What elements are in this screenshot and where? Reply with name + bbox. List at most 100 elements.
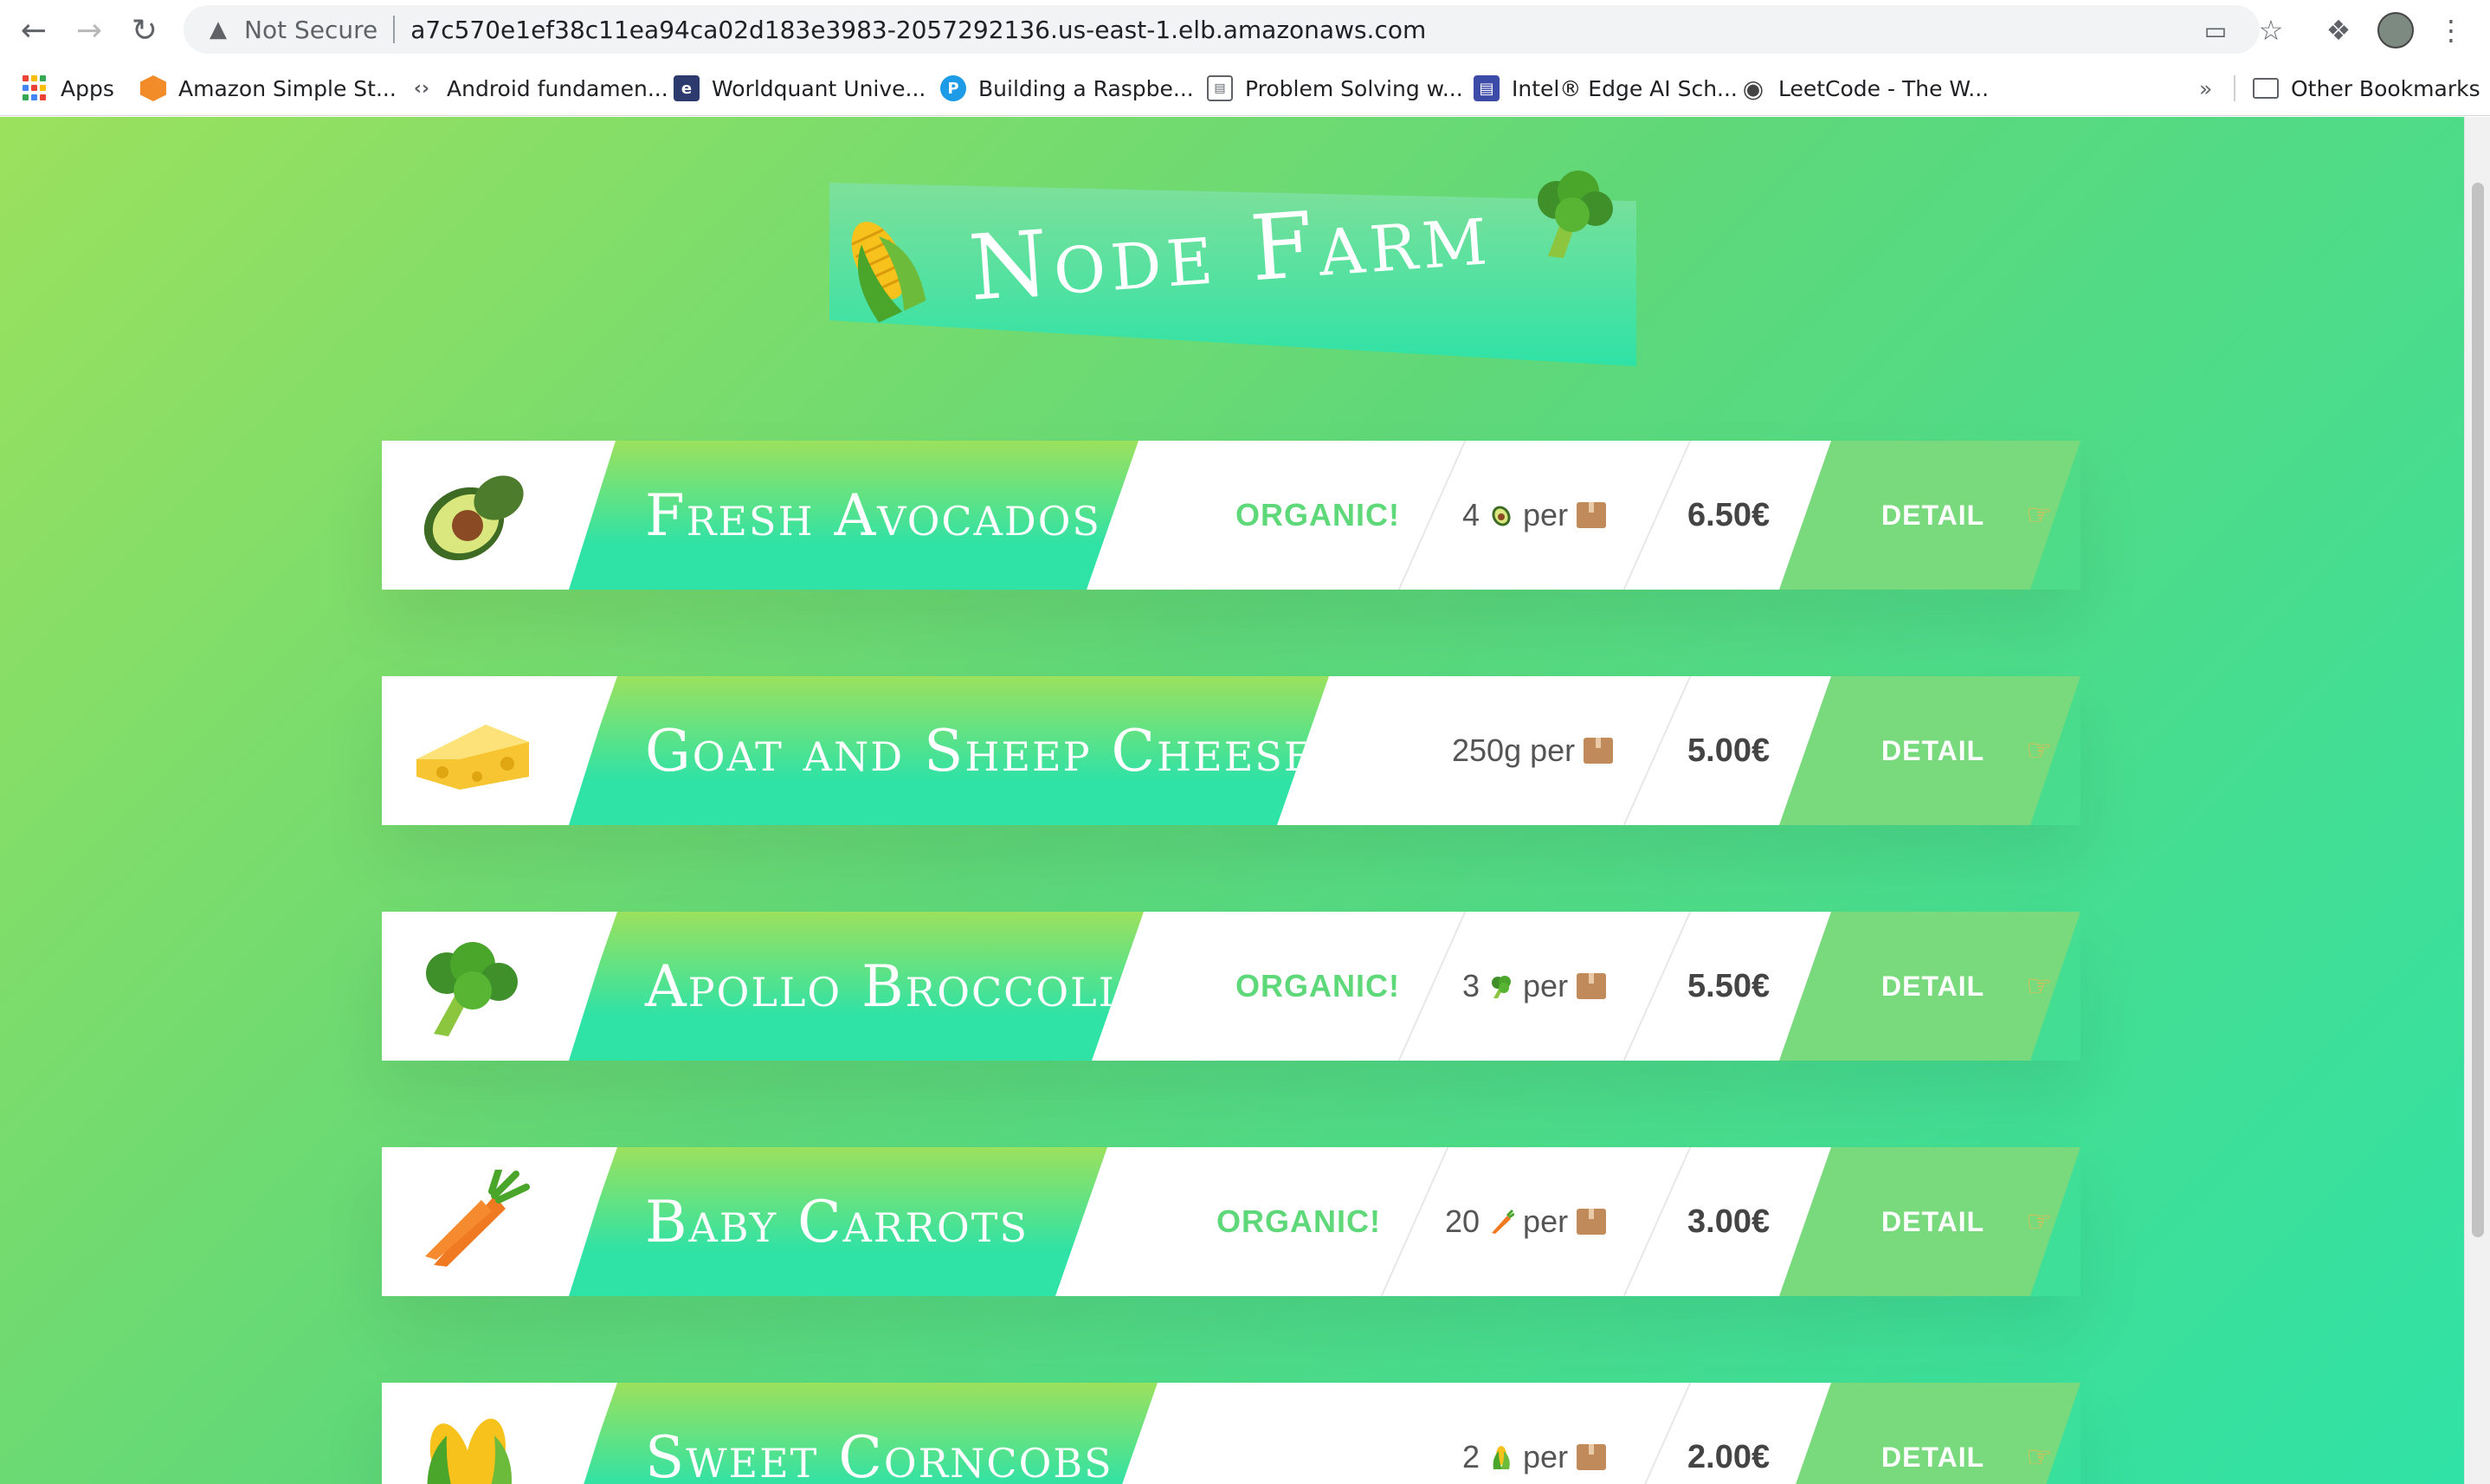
forward-icon[interactable]: →: [68, 9, 111, 52]
bookmark-label: Android fundamen...: [447, 75, 668, 101]
product-name-panel[interactable]: Goat and Sheep Cheese: [565, 676, 1329, 825]
browser-chrome: ← → ↻ ▲ Not Secure a7c570e1ef38c11ea94ca…: [0, 0, 2490, 116]
url-text[interactable]: a7c570e1ef38c11ea94ca02d183e3983-2057292…: [410, 16, 1426, 44]
broccoli-icon: [1487, 971, 1516, 1001]
page-icon: ▤: [1207, 75, 1233, 101]
box-icon: [1577, 973, 1607, 999]
broccoli-icon: [426, 942, 518, 1036]
reload-icon[interactable]: ↻: [123, 9, 166, 52]
quantity-number: 250g: [1452, 732, 1522, 768]
quantity-per: per: [1523, 1439, 1569, 1474]
detail-button[interactable]: DETAIL ☞: [1779, 912, 2080, 1061]
detail-label[interactable]: DETAIL: [1881, 1442, 1984, 1474]
bookmark-label: Intel® Edge AI Sch...: [1512, 75, 1738, 101]
scrollbar-thumb[interactable]: [2472, 183, 2484, 1237]
product-name-panel[interactable]: Baby Carrots: [565, 1147, 1107, 1296]
product-name[interactable]: Baby Carrots: [645, 1189, 1029, 1255]
pointing-hand-icon[interactable]: ☞: [2026, 969, 2052, 1003]
bookmark-android[interactable]: ‹› Android fundamen...: [409, 71, 668, 106]
product-name[interactable]: Goat and Sheep Cheese: [645, 718, 1314, 784]
product-name-panel[interactable]: Apollo Broccoli: [565, 912, 1144, 1061]
bookmark-amazon-s3[interactable]: Amazon Simple St...: [140, 71, 397, 106]
carrot-icon: [425, 1170, 530, 1267]
bookmark-apps[interactable]: Apps: [23, 71, 114, 106]
quantity: 250g per: [1452, 676, 1614, 825]
bookmarks-bar: Apps Amazon Simple St... ‹› Android fund…: [0, 66, 2490, 109]
bookmark-label: LeetCode - The W...: [1778, 75, 1990, 101]
detail-label[interactable]: DETAIL: [1881, 735, 1984, 767]
quantity-per: per: [1523, 497, 1569, 532]
product-price: 2.00€: [1687, 1438, 1771, 1475]
quantity-number: 3: [1462, 968, 1480, 1003]
pointing-hand-icon[interactable]: ☞: [2026, 1440, 2052, 1474]
box-icon: [1584, 738, 1614, 764]
worldquant-logo-icon: e: [674, 75, 700, 101]
detail-button[interactable]: DETAIL ☞: [1779, 676, 2080, 825]
security-label[interactable]: Not Secure: [244, 16, 377, 44]
product-card[interactable]: Sweet Corncobs 2 per 2.00€ DETAIL ☞: [382, 1383, 2080, 1484]
cheese-icon: [416, 725, 529, 790]
corn-icon: [1487, 1442, 1516, 1472]
bookmark-label: Apps: [61, 75, 114, 101]
product-price: 3.00€: [1687, 1203, 1771, 1240]
detail-label[interactable]: DETAIL: [1881, 1206, 1984, 1238]
cast-icon[interactable]: ▭: [2194, 9, 2237, 52]
other-bookmarks[interactable]: Other Bookmarks: [2253, 71, 2480, 106]
bookmark-label: Amazon Simple St...: [178, 75, 397, 101]
product-price: 5.50€: [1687, 967, 1771, 1004]
pointing-hand-icon[interactable]: ☞: [2026, 733, 2052, 768]
bookmark-worldquant[interactable]: e Worldquant Unive...: [674, 71, 926, 106]
apps-grid-icon: [23, 75, 48, 101]
bookmark-star-icon[interactable]: ☆: [2249, 9, 2293, 52]
detail-label[interactable]: DETAIL: [1881, 500, 1984, 532]
organic-badge: ORGANIC!: [1235, 497, 1400, 532]
bookmark-intel[interactable]: ▤ Intel® Edge AI Sch...: [1474, 71, 1738, 106]
avocado-icon: [423, 475, 524, 561]
quantity-per: per: [1523, 1203, 1569, 1239]
quantity-per: per: [1530, 732, 1576, 768]
vertical-scrollbar[interactable]: [2464, 117, 2490, 1484]
bookmark-label: Worldquant Unive...: [712, 75, 926, 101]
page-header: Node Farm: [824, 148, 1638, 425]
product-card[interactable]: Goat and Sheep Cheese 250g per 5.00€ DET…: [382, 676, 2080, 825]
bookmark-leetcode[interactable]: ◉ LeetCode - The W...: [1740, 71, 1989, 106]
address-bar[interactable]: ▲ Not Secure a7c570e1ef38c11ea94ca02d183…: [184, 5, 2260, 54]
corn-icon: [427, 1418, 512, 1484]
detail-button[interactable]: DETAIL ☞: [1779, 1147, 2080, 1296]
extensions-puzzle-icon[interactable]: ❖: [2317, 9, 2360, 52]
box-icon: [1577, 1444, 1607, 1470]
product-price: 5.00€: [1687, 732, 1771, 769]
product-card[interactable]: Baby Carrots ORGANIC! 20 per 3.00€ DETAI…: [382, 1147, 2080, 1296]
carrot-icon: [1487, 1207, 1516, 1236]
organic-badge: ORGANIC!: [1216, 1203, 1381, 1239]
bookmark-label: Other Bookmarks: [2291, 75, 2480, 101]
product-name-panel[interactable]: Sweet Corncobs: [565, 1383, 1158, 1484]
warning-icon[interactable]: ▲: [203, 16, 234, 42]
pi-logo-icon: P: [940, 75, 966, 101]
product-card[interactable]: Apollo Broccoli ORGANIC! 3 per 5.50€ DET…: [382, 912, 2080, 1061]
box-icon: [1577, 1209, 1607, 1235]
bookmark-label: Problem Solving w...: [1245, 75, 1463, 101]
box-icon: [1577, 502, 1607, 528]
avocado-icon: [1487, 500, 1516, 530]
bookmark-problem-solving[interactable]: ▤ Problem Solving w...: [1207, 71, 1463, 106]
intel-page-icon: ▤: [1474, 75, 1500, 101]
aws-cube-icon: [140, 75, 166, 101]
bookmarks-overflow[interactable]: »: [2199, 71, 2212, 106]
pointing-hand-icon[interactable]: ☞: [2026, 1204, 2052, 1239]
menu-kebab-icon[interactable]: ⋮: [2429, 9, 2473, 52]
product-name-panel[interactable]: Fresh Avocados: [565, 441, 1139, 590]
profile-avatar[interactable]: [2377, 12, 2414, 48]
pointing-hand-icon[interactable]: ☞: [2026, 498, 2052, 532]
bookmark-raspberry[interactable]: P Building a Raspbe...: [940, 71, 1194, 106]
back-icon[interactable]: ←: [12, 9, 55, 52]
product-name[interactable]: Apollo Broccoli: [645, 953, 1116, 1020]
product-name[interactable]: Fresh Avocados: [645, 482, 1101, 549]
quantity: 4 per: [1462, 441, 1607, 590]
detail-button[interactable]: DETAIL ☞: [1779, 441, 2080, 590]
detail-label[interactable]: DETAIL: [1881, 971, 1984, 1003]
quantity: 2 per: [1462, 1383, 1607, 1484]
product-name[interactable]: Sweet Corncobs: [645, 1424, 1113, 1484]
product-card[interactable]: Fresh Avocados ORGANIC! 4 per 6.50€ DETA…: [382, 441, 2080, 590]
quantity: 3 per: [1462, 912, 1607, 1061]
